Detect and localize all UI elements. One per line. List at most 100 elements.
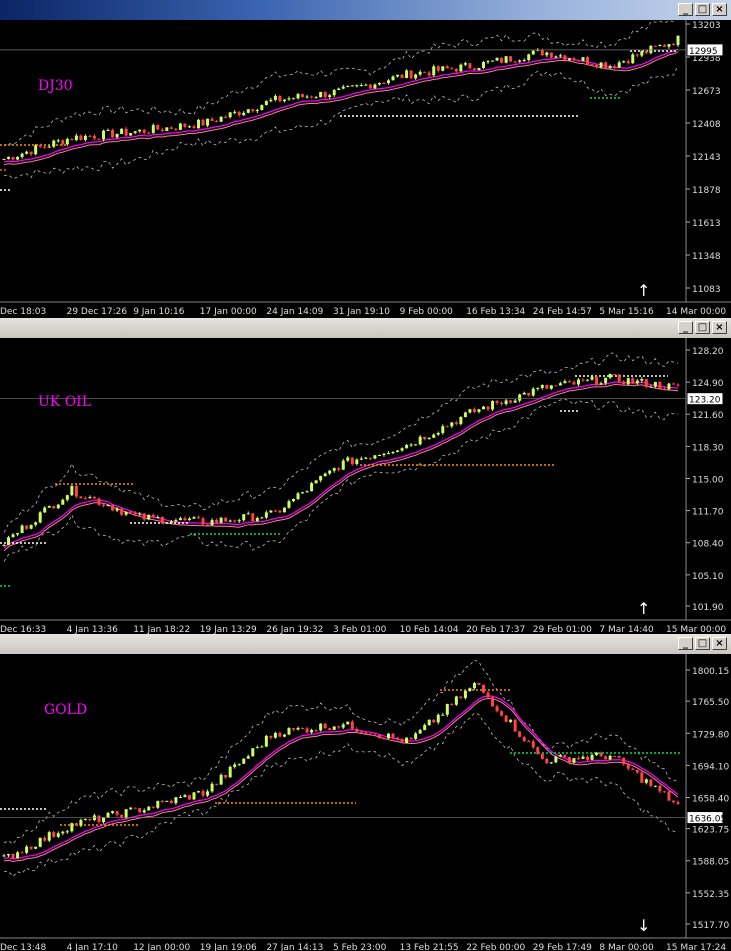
candle-body xyxy=(120,508,124,515)
maximize-button[interactable]: □ xyxy=(695,321,710,334)
candle-body xyxy=(133,131,137,133)
candle-body xyxy=(513,61,517,63)
candle-body xyxy=(74,823,78,826)
candle-body xyxy=(192,126,196,129)
minimize-button[interactable]: _ xyxy=(678,3,693,16)
candle-body xyxy=(640,378,644,381)
candle-body xyxy=(165,800,169,802)
candle-body xyxy=(581,756,585,759)
minimize-button[interactable]: _ xyxy=(678,321,693,334)
candle-body xyxy=(11,156,15,160)
candle-body xyxy=(414,74,418,79)
window-titlebar[interactable]: _ □ × xyxy=(0,318,731,339)
maximize-button[interactable]: □ xyxy=(695,3,710,16)
close-button[interactable]: × xyxy=(712,321,727,334)
candle-body xyxy=(133,807,137,809)
candle-body xyxy=(292,728,296,730)
x-tick-label: 9 Jan 10:16 xyxy=(133,307,185,317)
chart-area[interactable]: 13203 12938 12673 12408 12143 11878 11613 11348… xyxy=(0,20,731,318)
candle-body xyxy=(70,138,74,141)
x-tick-label: 31 Jan 19:10 xyxy=(333,307,390,317)
symbol-label: GOLD xyxy=(44,702,87,718)
candle-body xyxy=(210,520,214,526)
candle-body xyxy=(386,733,390,739)
chart-window-gold[interactable]: _ □ × 1800.15 1765.50 1729.80 1694.10 1658.4… xyxy=(0,634,731,951)
candle-body xyxy=(210,118,214,122)
candle-body xyxy=(649,45,653,54)
candle-body xyxy=(558,55,562,57)
candle-body xyxy=(215,520,219,523)
chart-area[interactable]: 128.20 124.90 121.60 118.30 115.00 111.70 108.… xyxy=(0,338,731,634)
candle-body xyxy=(301,492,305,494)
candle-body xyxy=(52,832,56,837)
close-button[interactable]: × xyxy=(712,637,727,650)
x-tick-label: 9 Feb 00:00 xyxy=(400,307,454,317)
candle-body xyxy=(531,50,535,55)
candle-body xyxy=(495,706,499,712)
candle-body xyxy=(355,459,359,465)
candle-body xyxy=(278,510,282,513)
band-lower xyxy=(3,65,679,180)
candle-body xyxy=(237,111,241,116)
candle-body xyxy=(246,109,250,113)
window-titlebar[interactable]: _ □ × xyxy=(0,634,731,655)
candle-body xyxy=(671,800,675,803)
band-upper xyxy=(3,659,679,845)
candle-body xyxy=(481,406,485,410)
y-tick-label: 128.20 xyxy=(692,347,724,357)
candle-body xyxy=(47,506,51,508)
candle-body xyxy=(70,823,74,832)
moving-average-fast xyxy=(3,381,679,549)
minimize-button[interactable]: _ xyxy=(678,637,693,650)
candle-body xyxy=(38,837,42,847)
candle-body xyxy=(595,376,599,385)
maximize-button[interactable]: □ xyxy=(695,637,710,650)
window-titlebar[interactable]: _ □ × xyxy=(0,0,731,21)
candle-body xyxy=(459,64,463,72)
direction-arrow: ↑ xyxy=(637,599,650,618)
price-label: 123.20 xyxy=(689,396,721,406)
candle-body xyxy=(156,125,160,130)
candle-body xyxy=(599,62,603,68)
candle-body xyxy=(178,796,182,798)
candle-body xyxy=(468,688,472,691)
candle-body xyxy=(74,135,78,141)
x-tick-label: 12 Jan 00:00 xyxy=(133,943,190,951)
chart-window-uk-oil[interactable]: _ □ × 128.20 124.90 121.60 118.30 115.00 111.… xyxy=(0,318,731,634)
candle-body xyxy=(622,381,626,385)
close-button[interactable]: × xyxy=(712,3,727,16)
x-tick-label: 11 Jan 18:22 xyxy=(133,625,190,634)
candle-body xyxy=(251,513,255,522)
candle-body xyxy=(391,452,395,454)
candle-body xyxy=(260,746,264,748)
candle-body xyxy=(531,741,535,748)
candle-body xyxy=(432,66,436,76)
candle-body xyxy=(43,837,47,841)
candle-body xyxy=(486,692,490,698)
candle-body xyxy=(183,795,187,797)
candle-body xyxy=(255,518,259,522)
candle-body xyxy=(653,785,657,787)
candle-body xyxy=(522,392,526,395)
candle-body xyxy=(450,68,454,70)
candle-body xyxy=(391,76,395,81)
candle-body xyxy=(445,66,449,69)
y-tick-label: 111.70 xyxy=(692,508,724,518)
candle-body xyxy=(635,380,639,384)
candle-body xyxy=(301,94,305,98)
candle-body xyxy=(310,96,314,98)
chart-window-dj30[interactable]: _ □ × 13203 12938 12673 12408 12143 11878 1161… xyxy=(0,0,731,318)
candle-body xyxy=(454,422,458,424)
candle-body xyxy=(599,752,603,757)
candle-body xyxy=(658,45,662,47)
candle-body xyxy=(359,731,363,733)
candle-body xyxy=(377,734,381,739)
candle-body xyxy=(604,756,608,760)
candle-body xyxy=(111,129,115,138)
chart-area[interactable]: 1800.15 1765.50 1729.80 1694.10 1658.40 1623.… xyxy=(0,654,731,951)
candle-body xyxy=(197,791,201,793)
candle-body xyxy=(667,44,671,47)
candle-body xyxy=(640,772,644,783)
candle-body xyxy=(292,98,296,100)
candle-body xyxy=(355,729,359,732)
